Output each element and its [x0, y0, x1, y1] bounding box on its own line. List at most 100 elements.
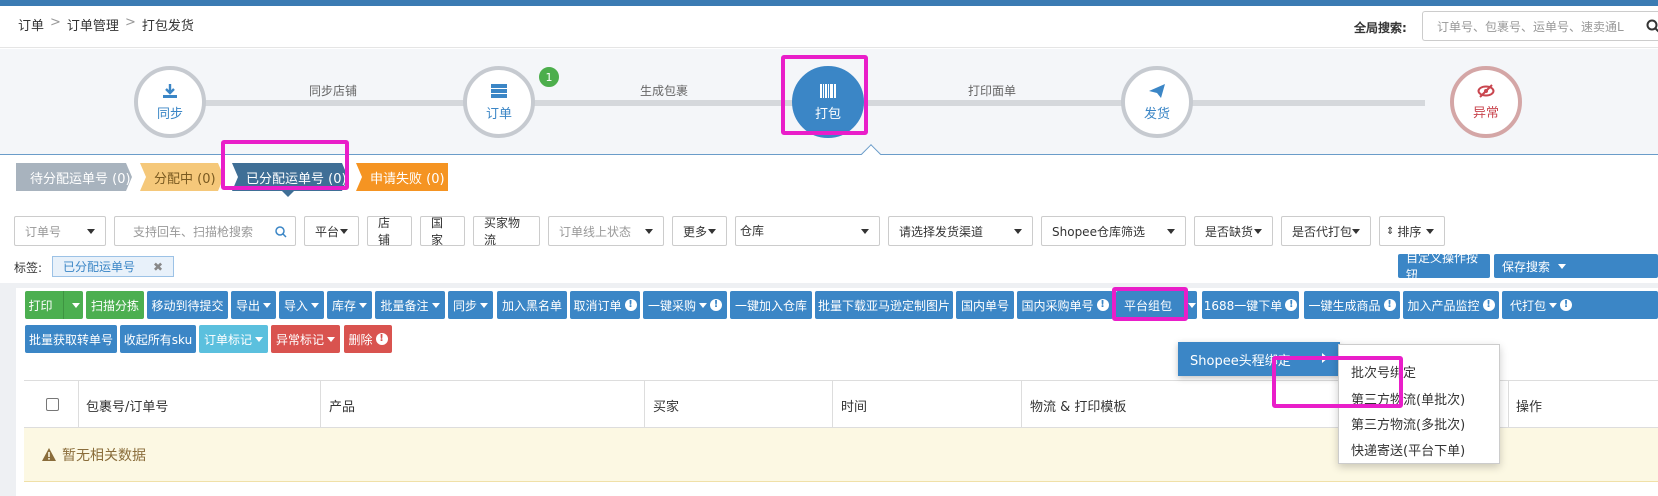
button-label: 批量下载亚马逊定制图片: [817, 298, 950, 313]
proxy-pack-button[interactable]: 代打包!: [1502, 291, 1658, 319]
inventory-button[interactable]: 库存: [327, 291, 372, 319]
sort-dropdown[interactable]: ⇕ 排序: [1379, 216, 1445, 246]
column-divider: [1508, 381, 1509, 429]
breadcrumb-item-order[interactable]: 订单: [18, 15, 44, 34]
delete-button[interactable]: 删除!: [344, 325, 392, 353]
button-label: 取消订单: [573, 298, 622, 313]
order-no-select[interactable]: 订单号: [14, 216, 106, 246]
product-monitor-button[interactable]: 加入产品监控!: [1403, 291, 1499, 319]
exception-mark-button[interactable]: 异常标记: [271, 325, 340, 353]
global-search-input[interactable]: 订单号、包裹号、运单号、速卖通L: [1422, 11, 1658, 41]
column-header-product[interactable]: 产品: [329, 396, 355, 415]
step-order[interactable]: 订单: [463, 66, 535, 138]
out-of-stock-dropdown[interactable]: 是否缺货: [1194, 216, 1273, 246]
empty-message: 暂无相关数据: [62, 447, 146, 464]
breadcrumb-separator: >: [50, 15, 61, 30]
order-mark-button[interactable]: 订单标记: [199, 325, 268, 353]
dropdown-label: 是否缺货: [1205, 224, 1254, 239]
step-exception[interactable]: 异常: [1450, 66, 1522, 138]
blacklist-button[interactable]: 加入黑名单: [497, 291, 567, 319]
column-header-buyer[interactable]: 买家: [653, 396, 679, 415]
highlight-box: [1272, 356, 1403, 408]
eye-slash-icon: [1477, 83, 1495, 98]
import-button[interactable]: 导入: [279, 291, 324, 319]
tag-chip-label: 已分配运单号: [63, 260, 136, 274]
input-placeholder: 支持回车、扫描枪搜索: [133, 224, 254, 239]
1688-order-button[interactable]: 1688一键下单!: [1202, 291, 1299, 319]
custom-action-button[interactable]: 自定义操作按钮: [1398, 251, 1490, 282]
close-icon[interactable]: ✖: [153, 260, 163, 274]
platform-dropdown[interactable]: 平台: [304, 216, 359, 246]
domestic-no-button[interactable]: 国内单号: [956, 291, 1014, 319]
submenu-item-express[interactable]: 快递寄送(平台下单): [1351, 440, 1465, 459]
info-icon: !: [1482, 299, 1495, 311]
shop-button[interactable]: 店铺: [367, 216, 412, 247]
select-value: Shopee仓库筛选: [1052, 224, 1145, 239]
move-to-pending-button[interactable]: 移动到待提交: [147, 291, 228, 319]
dropdown-label: 平台: [315, 224, 340, 239]
button-label: 移动到待提交: [151, 298, 224, 313]
active-tab-pointer: [282, 191, 294, 197]
info-icon: !: [624, 299, 637, 311]
add-to-warehouse-button[interactable]: 一键加入仓库: [730, 291, 812, 319]
export-button[interactable]: 导出: [231, 291, 276, 319]
download-icon: [163, 83, 177, 98]
column-header-package[interactable]: 包裹号/订单号: [86, 396, 168, 415]
country-button[interactable]: 国家: [420, 216, 465, 247]
button-label: 1688一键下单: [1203, 298, 1283, 313]
button-label: 订单标记: [203, 332, 252, 347]
tab-assigning[interactable]: 分配中 (0): [140, 163, 224, 191]
step-ship[interactable]: 发货: [1121, 66, 1193, 138]
generate-product-button[interactable]: 一键生成商品!: [1304, 291, 1400, 319]
print-button[interactable]: 打印: [25, 291, 83, 319]
tab-pending-waybill[interactable]: 待分配运单号 (0): [16, 163, 132, 191]
select-value: 订单号: [25, 224, 62, 239]
column-header-logistics[interactable]: 物流 & 打印模板: [1030, 396, 1126, 415]
button-label: 批量备注: [380, 298, 429, 313]
button-label: 一键采购: [647, 298, 696, 313]
scan-sort-button[interactable]: 扫描分拣: [86, 291, 144, 319]
one-click-purchase-button[interactable]: 一键采购!: [643, 291, 727, 319]
tab-apply-failed[interactable]: 申请失败 (0): [356, 163, 448, 191]
tab-label: 分配中 (0): [154, 171, 216, 187]
tag-chip: 已分配运单号 ✖: [52, 256, 175, 277]
paper-plane-icon: [1149, 83, 1165, 98]
button-label: 一键生成商品: [1308, 298, 1381, 313]
select-value: 仓库: [740, 224, 765, 238]
step-sync[interactable]: 同步: [134, 66, 206, 138]
order-count-badge: 1: [537, 65, 561, 89]
step-link-sync-shop[interactable]: 同步店铺: [309, 82, 357, 99]
step-label: 异常: [1472, 105, 1499, 121]
cancel-order-button[interactable]: 取消订单!: [570, 291, 640, 319]
shopee-warehouse-select[interactable]: Shopee仓库筛选: [1041, 216, 1186, 246]
warehouse-select[interactable]: 仓库: [735, 216, 880, 246]
shipping-channel-select[interactable]: 请选择发货渠道: [888, 216, 1033, 246]
download-amazon-images-button[interactable]: 批量下载亚马逊定制图片: [815, 291, 953, 319]
button-label: 打印: [28, 298, 53, 313]
collapse-sku-button[interactable]: 收起所有sku: [120, 325, 196, 353]
search-icon[interactable]: [275, 226, 287, 238]
proxy-pack-dropdown[interactable]: 是否代打包: [1281, 216, 1371, 246]
batch-transfer-no-button[interactable]: 批量获取转单号: [25, 325, 117, 353]
chevron-down-icon[interactable]: [62, 291, 80, 319]
sync-button[interactable]: 同步: [448, 291, 493, 319]
column-divider: [78, 381, 79, 429]
more-dropdown[interactable]: 更多: [672, 216, 727, 246]
save-search-button[interactable]: 保存搜索: [1494, 254, 1658, 278]
select-all-checkbox[interactable]: [46, 398, 59, 411]
buyer-logistics-button[interactable]: 买家物流: [473, 216, 540, 247]
tag-label: 标签:: [14, 261, 43, 275]
scan-search-input[interactable]: 支持回车、扫描枪搜索: [114, 216, 296, 246]
step-link-generate-package[interactable]: 生成包裹: [640, 82, 688, 99]
domestic-purchase-no-button[interactable]: 国内采购单号!: [1017, 291, 1113, 319]
button-label: 店铺: [378, 216, 391, 247]
search-icon[interactable]: [1646, 19, 1658, 33]
submenu-item-3pl-multi[interactable]: 第三方物流(多批次): [1351, 414, 1465, 433]
column-header-time[interactable]: 时间: [841, 396, 867, 415]
server-icon: [491, 83, 507, 98]
tab-label: 待分配运单号 (0): [30, 171, 131, 187]
online-status-select[interactable]: 订单线上状态: [548, 216, 664, 246]
breadcrumb-item-order-management[interactable]: 订单管理: [67, 15, 119, 34]
step-link-print-label[interactable]: 打印面单: [968, 82, 1016, 99]
batch-note-button[interactable]: 批量备注: [375, 291, 445, 319]
